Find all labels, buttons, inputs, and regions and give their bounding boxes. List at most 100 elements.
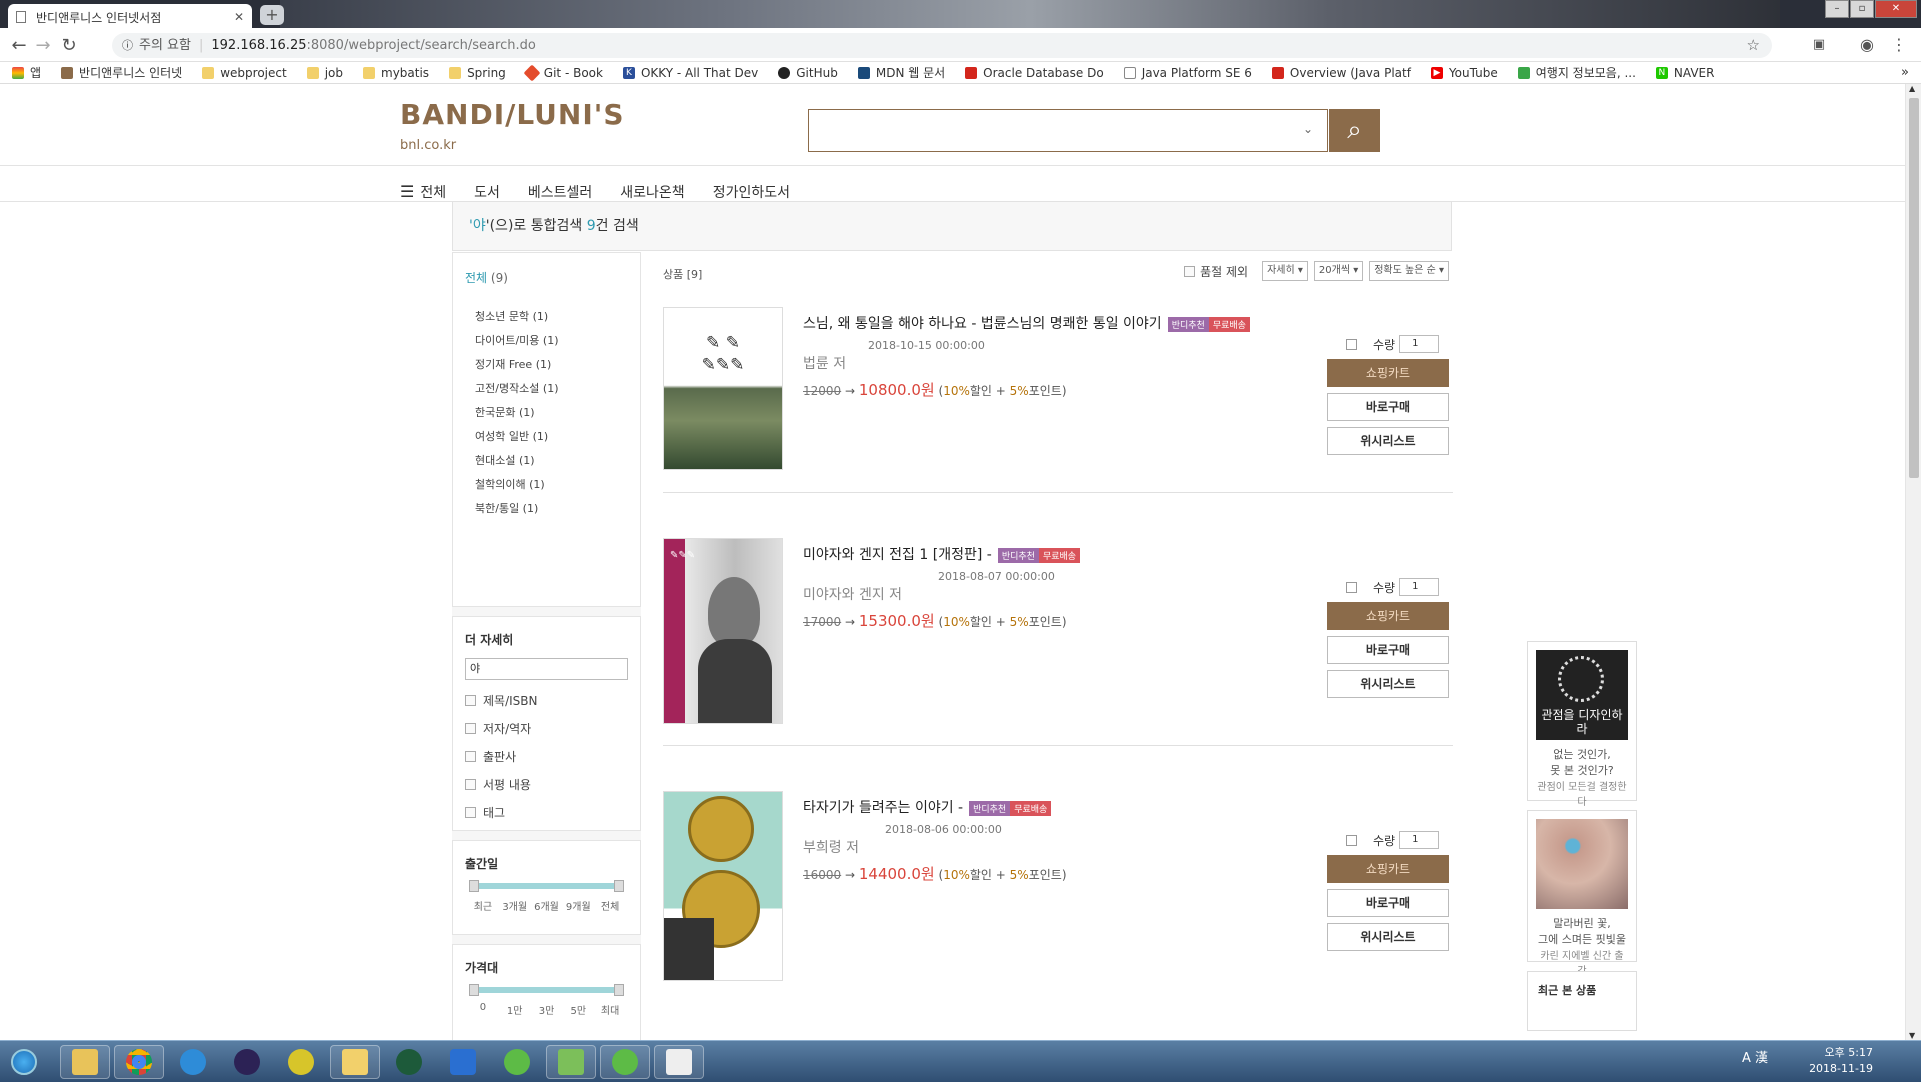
menu-icon[interactable]: ⋮ (1888, 35, 1910, 54)
app-taskbar[interactable] (438, 1045, 488, 1079)
detail-keyword-input[interactable]: 야 (465, 658, 628, 680)
bookmark-folder[interactable]: mybatis (363, 66, 429, 80)
select-checkbox[interactable] (1346, 834, 1357, 846)
app-taskbar[interactable] (600, 1045, 650, 1079)
browser-tab[interactable]: 반디앤루니스 인터넷서점 ✕ (8, 4, 252, 28)
scroll-up-icon[interactable]: ▲ (1909, 84, 1915, 93)
ie-taskbar[interactable] (168, 1045, 218, 1079)
bookmark-item[interactable]: 여행지 정보모음, ... (1517, 64, 1636, 81)
bookmark-folder[interactable]: Spring (449, 66, 506, 80)
bookmark-item[interactable]: MDN 웹 문서 (857, 64, 945, 81)
bookmark-item[interactable]: Git - Book (523, 64, 603, 81)
quantity-stepper[interactable]: 1 (1399, 578, 1440, 596)
category-item[interactable]: 한국문화 (1) (475, 404, 628, 420)
bookmark-item[interactable]: K OKKY - All That Dev (622, 66, 758, 80)
bookmark-item[interactable]: ▶ YouTube (1430, 66, 1498, 80)
bookmark-folder[interactable]: job (306, 66, 343, 80)
select-checkbox[interactable] (1346, 581, 1357, 593)
recent-items-box[interactable]: 최근 본 상품 (1527, 971, 1637, 1031)
bookmark-item[interactable]: GitHub (778, 66, 838, 80)
chevron-down-icon[interactable]: ⌄ (1303, 122, 1313, 136)
exclude-soldout-checkbox[interactable]: 품절 제외 (1184, 263, 1248, 280)
nav-all[interactable]: 전체 (420, 182, 446, 202)
bookmark-item[interactable]: N NAVER (1655, 66, 1714, 80)
option-title-isbn[interactable]: 제목/ISBN (465, 692, 628, 709)
quantity-stepper[interactable]: 1 (1399, 335, 1440, 353)
wishlist-button[interactable]: 위시리스트 (1327, 670, 1449, 698)
category-item[interactable]: 다이어트/미용 (1) (475, 332, 628, 348)
category-item[interactable]: 철학의이해 (1) (475, 476, 628, 492)
book-cover[interactable] (663, 791, 783, 981)
close-window-button[interactable]: ✕ (1875, 0, 1917, 18)
sort-select[interactable]: 정확도 높은 순 ▾ (1369, 261, 1449, 281)
chrome-taskbar[interactable] (114, 1045, 164, 1079)
book-cover[interactable]: ✎✎✎ (663, 538, 783, 724)
bookmark-folder[interactable]: webproject (202, 66, 287, 80)
bookmark-apps[interactable]: 앱 (12, 64, 41, 81)
back-icon[interactable]: ← (8, 35, 30, 56)
app-taskbar[interactable] (546, 1045, 596, 1079)
explorer-taskbar[interactable] (60, 1045, 110, 1079)
bookmark-item[interactable]: Oracle Database Do (965, 66, 1104, 80)
category-item[interactable]: 현대소설 (1) (475, 452, 628, 468)
files-taskbar[interactable] (330, 1045, 380, 1079)
cart-button[interactable]: 쇼핑카트 (1327, 359, 1449, 387)
scroll-down-icon[interactable]: ▼ (1909, 1031, 1915, 1040)
search-input[interactable]: ⌄ (808, 109, 1328, 152)
price-slider[interactable] (469, 984, 624, 996)
category-item[interactable]: 정기재 Free (1) (475, 356, 628, 372)
maximize-button[interactable]: ▫ (1850, 0, 1874, 18)
app-taskbar[interactable] (654, 1045, 704, 1079)
select-checkbox[interactable] (1346, 338, 1357, 350)
buy-now-button[interactable]: 바로구매 (1327, 393, 1449, 421)
scroll-thumb[interactable] (1909, 98, 1919, 478)
profile-icon[interactable]: ◉ (1856, 35, 1878, 54)
option-review[interactable]: 서평 내용 (465, 776, 628, 793)
ad-banner[interactable]: 관점을 디자인하라 없는 것인가, 못 본 것인가? 관점이 모든걸 결정한다 (1527, 641, 1637, 808)
category-all[interactable]: 전체 (465, 271, 487, 285)
author[interactable]: 부희령 저 (803, 837, 859, 857)
site-logo[interactable]: BANDI/LUNI'S (400, 98, 625, 131)
pubdate-slider[interactable] (469, 880, 624, 892)
close-tab-icon[interactable]: ✕ (234, 10, 244, 24)
star-icon[interactable]: ☆ (1747, 33, 1760, 58)
bookmark-item[interactable]: 반디앤루니스 인터넷 (61, 64, 182, 81)
category-item[interactable]: 고전/명작소설 (1) (475, 380, 628, 396)
per-page-select[interactable]: 20개씩 ▾ (1313, 261, 1364, 281)
app-taskbar[interactable] (492, 1045, 542, 1079)
app-taskbar[interactable] (384, 1045, 434, 1079)
buy-now-button[interactable]: 바로구매 (1327, 636, 1449, 664)
ad-banner[interactable]: 말라버린 꽃, 그에 스며든 핏빛울 카린 지에벨 신간 출간 (1527, 810, 1637, 977)
forward-icon[interactable]: → (32, 35, 54, 56)
book-cover[interactable]: ✎ ✎ ✎✎✎ (663, 307, 783, 470)
new-tab-button[interactable]: + (260, 5, 284, 25)
category-item[interactable]: 여성학 일반 (1) (475, 428, 628, 444)
product-title[interactable]: 미야자와 겐지 전집 1 [개정판] - 반디추천 무료배송 (803, 544, 1081, 564)
extension-icon[interactable]: ▣ (1808, 37, 1830, 52)
reload-icon[interactable]: ↻ (58, 35, 80, 56)
cart-button[interactable]: 쇼핑카트 (1327, 602, 1449, 630)
nav-discount[interactable]: 정가인하도서 (713, 182, 790, 202)
category-item[interactable]: 청소년 문학 (1) (475, 308, 628, 324)
more-bookmarks-icon[interactable]: » (1901, 65, 1909, 80)
bookmark-item[interactable]: Overview (Java Platf (1271, 66, 1411, 80)
author[interactable]: 미야자와 겐지 저 (803, 584, 902, 604)
option-publisher[interactable]: 출판사 (465, 748, 628, 765)
quantity-stepper[interactable]: 1 (1399, 831, 1440, 849)
clock-date[interactable]: 2018-11-19 (1809, 1061, 1873, 1077)
view-select[interactable]: 자세히 ▾ (1262, 261, 1308, 281)
search-button[interactable]: ⌕ (1329, 109, 1380, 152)
option-tag[interactable]: 태그 (465, 804, 628, 821)
product-title[interactable]: 타자기가 들려주는 이야기 - 반디추천 무료배송 (803, 797, 1052, 817)
category-item[interactable]: 북한/통일 (1) (475, 500, 628, 516)
info-icon[interactable]: ⓘ (122, 39, 133, 52)
option-author[interactable]: 저자/역자 (465, 720, 628, 737)
wishlist-button[interactable]: 위시리스트 (1327, 427, 1449, 455)
url-bar[interactable]: ⓘ 주의 요함 | 192.168.16.25:8080/webproject/sea… (112, 33, 1772, 58)
product-title[interactable]: 스님, 왜 통일을 해야 하나요 - 법륜스님의 명쾌한 통일 이야기 반디추천 무… (803, 313, 1250, 333)
eclipse-taskbar[interactable] (222, 1045, 272, 1079)
app-taskbar[interactable] (276, 1045, 326, 1079)
page-scrollbar[interactable]: ▲ ▼ (1905, 84, 1921, 1040)
cart-button[interactable]: 쇼핑카트 (1327, 855, 1449, 883)
clock-time[interactable]: 오후 5:17 (1809, 1045, 1873, 1061)
